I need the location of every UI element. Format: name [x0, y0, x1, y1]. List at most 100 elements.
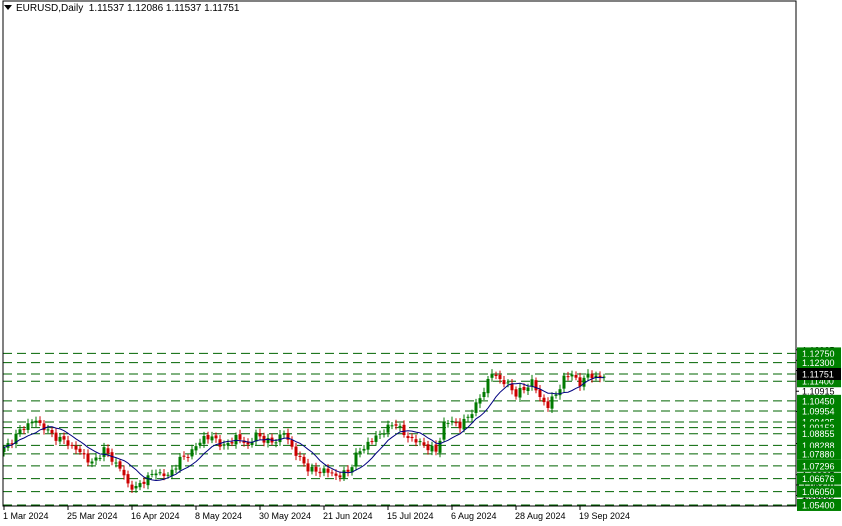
candle-body [490, 373, 494, 378]
candle-body [502, 380, 506, 385]
candle-body [398, 425, 402, 427]
candle-body [342, 470, 346, 478]
candle-body [22, 429, 26, 431]
candle-body [206, 434, 210, 440]
candle-body [354, 452, 358, 467]
candle-body [290, 439, 294, 447]
candle-body [310, 466, 314, 472]
candles [2, 369, 606, 494]
candle-body [514, 389, 518, 397]
candle-body [410, 436, 414, 439]
candle-body [306, 463, 310, 472]
level-label: 1.06676 [802, 474, 835, 484]
candle-body [166, 474, 170, 476]
candle-body [470, 414, 474, 419]
candle-body [482, 392, 486, 397]
candle-body [174, 468, 178, 470]
candle-body [506, 382, 510, 384]
candle-body [214, 435, 218, 439]
time-axis: 1 Mar 2024 25 Mar 2024 16 Apr 2024 8 May 20… [3, 506, 630, 521]
candle-body [382, 433, 386, 435]
candle-body [202, 436, 206, 444]
level-label: 1.12300 [802, 358, 835, 368]
candle-body [530, 379, 534, 387]
level-label: 1.05400 [802, 500, 835, 510]
price-axis: 1.129251.124151.119201.109151.099351.083… [796, 345, 841, 511]
candle-body [138, 483, 142, 488]
candle-body [338, 475, 342, 478]
candle-body [230, 442, 234, 444]
candle-body [450, 420, 454, 422]
candle-body [418, 441, 422, 443]
candle-body [54, 432, 58, 441]
candle-body [518, 387, 522, 398]
current-price-label: 1.11751 [802, 370, 834, 380]
candle-body [158, 472, 162, 474]
level-label: 1.07880 [802, 449, 835, 459]
candle-body [522, 386, 526, 391]
x-tick-label: 1 Mar 2024 [3, 511, 49, 521]
candle-body [386, 424, 390, 433]
candle-body [578, 377, 582, 387]
candle-body [314, 466, 318, 472]
candle-body [458, 421, 462, 429]
candle-body [534, 380, 538, 391]
candle-body [390, 425, 394, 427]
candle-body [82, 453, 86, 455]
candle-body [298, 455, 302, 457]
candle-body [538, 389, 542, 398]
candle-body [322, 468, 326, 473]
candle-body [378, 433, 382, 435]
candle-body [374, 435, 378, 442]
candle-body [302, 456, 306, 464]
candle-body [98, 457, 102, 459]
candle-body [186, 456, 190, 458]
candle-body [182, 455, 186, 457]
candle-body [358, 451, 362, 454]
candle-body [238, 434, 242, 440]
candle-body [498, 374, 502, 379]
candle-body [462, 418, 466, 430]
candle-body [134, 485, 138, 489]
candle-body [318, 471, 322, 474]
candle-body [94, 457, 98, 461]
candle-body [258, 433, 262, 437]
candle-body [150, 473, 154, 475]
candle-body [362, 448, 366, 451]
candle-body [102, 447, 106, 457]
candle-body [406, 436, 410, 439]
candle-body [454, 422, 458, 424]
candle-body [130, 484, 134, 490]
candle-body [434, 444, 438, 452]
candle-body [38, 420, 42, 423]
candle-body [466, 416, 470, 418]
candle-body [34, 420, 38, 423]
candle-body [478, 398, 482, 404]
candle-body [394, 424, 398, 426]
x-tick-label: 21 Jun 2024 [323, 511, 373, 521]
candle-body [30, 422, 34, 424]
candle-body [334, 473, 338, 476]
candle-body [106, 448, 110, 454]
candle-body [278, 434, 282, 443]
candle-body [330, 472, 334, 474]
candle-body [74, 445, 78, 450]
level-label: 1.06050 [802, 487, 835, 497]
candle-body [222, 444, 226, 446]
candle-body [146, 475, 150, 486]
level-label: 1.07296 [802, 461, 835, 471]
candle-body [126, 474, 130, 484]
candle-body [402, 424, 406, 436]
level-label: 1.09954 [802, 407, 835, 417]
x-tick-label: 8 May 2024 [195, 511, 242, 521]
candle-body [50, 430, 54, 434]
candle-body [26, 423, 30, 430]
x-tick-label: 19 Sep 2024 [579, 511, 630, 521]
candle-body [346, 469, 350, 472]
x-tick-label: 15 Jul 2024 [387, 511, 434, 521]
x-tick-label: 16 Apr 2024 [131, 511, 180, 521]
candle-body [118, 461, 122, 469]
candle-body [234, 434, 238, 445]
price-chart[interactable]: 1.129251.124151.119201.109151.099351.083… [0, 0, 842, 526]
candle-body [442, 421, 446, 440]
